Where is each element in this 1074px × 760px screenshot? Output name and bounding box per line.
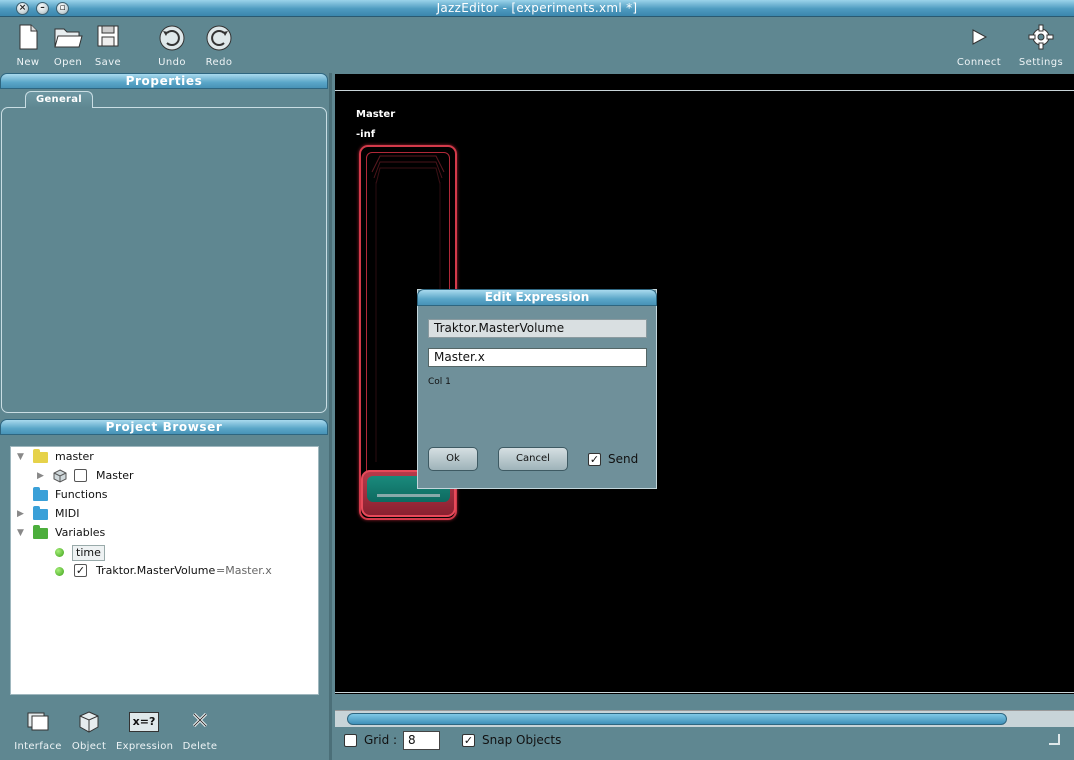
master-checkbox[interactable] bbox=[74, 469, 87, 482]
expression-icon: x=? bbox=[116, 710, 172, 736]
delete-x-icon bbox=[172, 710, 228, 736]
snap-objects-checkbox[interactable]: ✓ bbox=[462, 734, 475, 747]
save-button[interactable]: Save bbox=[80, 18, 136, 73]
grid-size-input[interactable]: 8 bbox=[403, 731, 440, 750]
folder-icon bbox=[33, 487, 48, 501]
interface-icon bbox=[10, 710, 66, 736]
redo-button[interactable]: Redo bbox=[191, 18, 247, 73]
expression-input[interactable]: Master.x bbox=[428, 348, 647, 367]
settings-button[interactable]: Settings bbox=[1013, 18, 1069, 73]
edit-expression-dialog: Edit Expression Traktor.MasterVolume Mas… bbox=[417, 289, 657, 489]
delete-button[interactable]: Delete bbox=[172, 707, 228, 755]
tree-item-var-time[interactable]: time bbox=[17, 543, 137, 561]
add-object-button[interactable]: Object bbox=[61, 707, 117, 755]
variable-dot-icon bbox=[55, 548, 64, 557]
scrollbar-thumb[interactable] bbox=[347, 713, 1007, 725]
canvas-top-rule bbox=[335, 90, 1074, 91]
folder-icon bbox=[33, 525, 48, 539]
cancel-button[interactable]: Cancel bbox=[498, 447, 568, 471]
widget-label: Master bbox=[356, 109, 396, 120]
chevron-right-icon[interactable]: ▶ bbox=[37, 467, 44, 485]
send-label: Send bbox=[608, 452, 639, 466]
title-bar: × – ▫ JazzEditor - [experiments.xml *] bbox=[0, 0, 1074, 17]
tab-general[interactable]: General bbox=[25, 91, 93, 108]
chevron-right-icon[interactable]: ▶ bbox=[17, 505, 24, 523]
cursor-column: Col 1 bbox=[428, 377, 451, 387]
project-browser-header: Project Browser bbox=[0, 419, 328, 435]
play-icon bbox=[951, 24, 1007, 52]
variable-name-field[interactable]: Traktor.MasterVolume bbox=[428, 319, 647, 338]
tree-item-var-traktor[interactable]: ✓ Traktor.MasterVolume =Master.x bbox=[17, 562, 307, 580]
fader-knob-bar bbox=[377, 494, 440, 497]
send-checkbox[interactable]: ✓ bbox=[588, 453, 601, 466]
cube-icon bbox=[61, 710, 117, 736]
window-title: JazzEditor - [experiments.xml *] bbox=[436, 1, 638, 15]
traktor-checkbox[interactable]: ✓ bbox=[74, 564, 87, 577]
folder-icon bbox=[33, 449, 48, 463]
properties-panel bbox=[1, 107, 327, 413]
widget-value: -inf bbox=[356, 129, 376, 140]
splitter[interactable] bbox=[329, 73, 332, 760]
ok-button[interactable]: Ok bbox=[428, 447, 478, 471]
add-interface-button[interactable]: Interface bbox=[10, 707, 66, 755]
horizontal-scrollbar[interactable] bbox=[335, 710, 1074, 727]
project-tree[interactable]: ▼ master ▶ Master Functions ▶ MIDI ▼ Var… bbox=[10, 446, 319, 695]
canvas-bottom-rule bbox=[335, 692, 1074, 693]
variable-dot-icon bbox=[55, 567, 64, 576]
save-disk-icon bbox=[80, 24, 136, 52]
grid-label: Grid : bbox=[364, 733, 398, 747]
toolbar: New Open Save Undo Redo Connect Settings bbox=[0, 18, 1074, 73]
connect-button[interactable]: Connect bbox=[951, 18, 1007, 73]
add-expression-button[interactable]: x=? Expression bbox=[116, 707, 173, 755]
chevron-down-icon[interactable]: ▼ bbox=[17, 448, 24, 466]
snap-objects-label: Snap Objects bbox=[482, 733, 562, 747]
dialog-title: Edit Expression bbox=[417, 289, 657, 306]
gear-icon bbox=[1013, 24, 1069, 52]
chevron-down-icon[interactable]: ▼ bbox=[17, 524, 24, 542]
redo-icon bbox=[191, 24, 247, 52]
folder-icon bbox=[33, 506, 48, 520]
properties-header: Properties bbox=[0, 73, 328, 89]
grid-checkbox[interactable] bbox=[344, 734, 357, 747]
resize-grip-icon[interactable] bbox=[1049, 734, 1060, 745]
